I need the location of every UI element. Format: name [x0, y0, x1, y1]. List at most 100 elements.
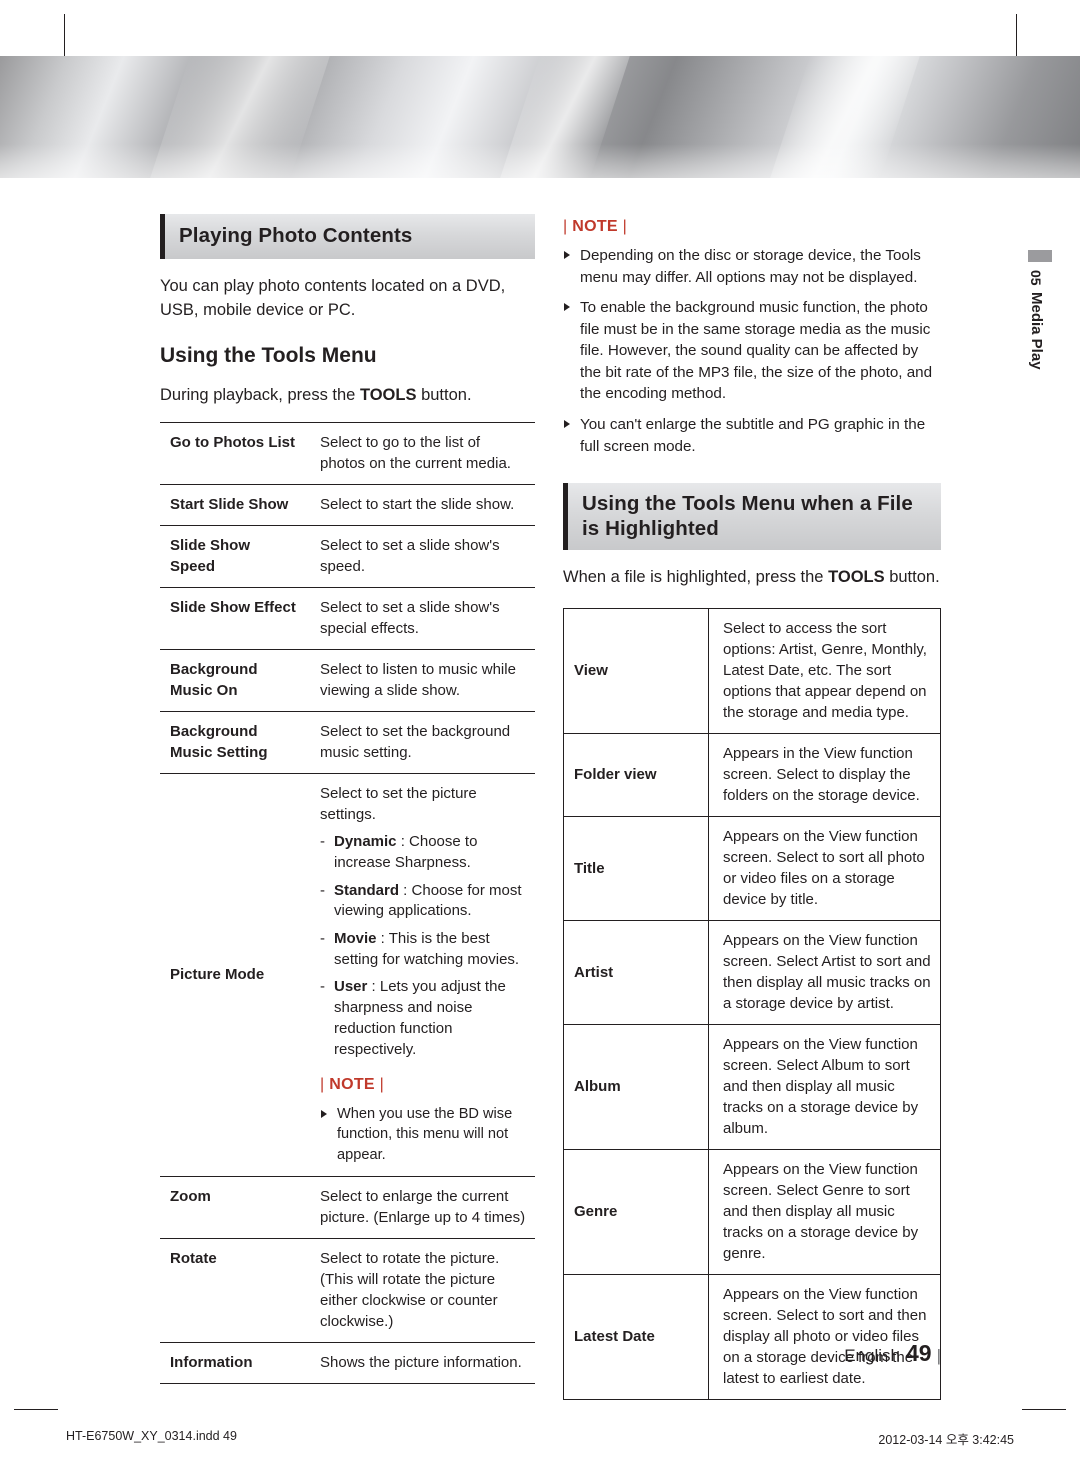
- list-item: To enable the background music function,…: [563, 297, 941, 405]
- row-description-picture-mode: Select to set the picture settings. Dyna…: [306, 773, 535, 1177]
- row-label: Folder view: [563, 733, 709, 818]
- note-bar-right: |: [379, 1076, 385, 1094]
- row-label: Album: [563, 1024, 709, 1151]
- row-label: Artist: [563, 920, 709, 1026]
- list-item: User : Lets you adjust the sharpness and…: [320, 977, 527, 1060]
- row-label: Background Music On: [160, 649, 306, 713]
- table-row: Latest Date Appears on the View function…: [563, 1274, 941, 1401]
- picture-mode-lead: Select to set the picture settings.: [320, 785, 477, 824]
- row-description: Appears on the View function screen. Sel…: [708, 1274, 941, 1401]
- row-description: Shows the picture information.: [306, 1341, 535, 1384]
- table-row: Slide Show Effect Select to set a slide …: [160, 587, 535, 651]
- document-page: Playing Photo Contents You can play phot…: [0, 0, 1080, 1479]
- table-row: Go to Photos List Select to go to the li…: [160, 422, 535, 486]
- row-description: Appears on the View function screen. Sel…: [708, 1149, 941, 1276]
- list-item: Standard : Choose for most viewing appli…: [320, 881, 527, 922]
- row-description: Select to enlarge the current picture. (…: [306, 1175, 535, 1239]
- right-note-heading: | NOTE |: [563, 218, 941, 236]
- footer-tick-mark: |: [936, 1346, 941, 1365]
- table-row: Slide Show Speed Select to set a slide s…: [160, 525, 535, 589]
- row-label: Information: [160, 1341, 306, 1384]
- left-subheading-using-tools-menu: Using the Tools Menu: [160, 344, 377, 368]
- table-row: View Select to access the sort options: …: [563, 608, 941, 735]
- row-label: View: [563, 608, 709, 735]
- section-title-tools-menu-file-highlighted: Using the Tools Menu when a File is High…: [563, 483, 941, 551]
- row-description: Select to set the background music setti…: [306, 711, 535, 775]
- chapter-title: Media Play: [1028, 291, 1045, 370]
- row-label: Background Music Setting: [160, 711, 306, 775]
- right-instruction-key: TOOLS: [828, 568, 885, 587]
- option-name: Dynamic: [334, 833, 397, 851]
- right-instruction-pre: When a file is highlighted, press the: [563, 568, 829, 587]
- left-instruction-key: TOOLS: [359, 386, 417, 405]
- tools-menu-table-highlighted: View Select to access the sort options: …: [563, 608, 941, 1401]
- row-description: Appears on the View function screen. Sel…: [708, 1024, 941, 1151]
- note-bar-left: |: [563, 218, 568, 235]
- row-label: Latest Date: [563, 1274, 709, 1401]
- right-instruction-line: When a file is highlighted, press the TO…: [563, 566, 941, 590]
- left-intro-paragraph: You can play photo contents located on a…: [160, 276, 506, 319]
- row-description: Select to rotate the picture. (This will…: [306, 1237, 535, 1343]
- table-row-picture-mode: Picture Mode Select to set the picture s…: [160, 773, 535, 1177]
- right-instruction-post: button.: [884, 568, 940, 587]
- row-description: Appears on the View function screen. Sel…: [708, 816, 941, 922]
- table-row: Information Shows the picture informatio…: [160, 1341, 535, 1384]
- table-row: Folder view Appears in the View function…: [563, 733, 941, 818]
- table-row: Album Appears on the View function scree…: [563, 1024, 941, 1151]
- page-number: 49: [905, 1340, 932, 1366]
- table-row: Rotate Select to rotate the picture. (Th…: [160, 1237, 535, 1343]
- right-column: | NOTE | Depending on the disc or storag…: [563, 214, 941, 1401]
- row-description: Select to listen to music while viewing …: [306, 649, 535, 713]
- option-name: Movie: [334, 930, 377, 948]
- left-column: Playing Photo Contents You can play phot…: [160, 214, 535, 1384]
- page-footer: English 49 |: [844, 1340, 941, 1367]
- right-note-list: Depending on the disc or storage device,…: [563, 245, 941, 457]
- row-label: Genre: [563, 1149, 709, 1276]
- option-name: Standard: [334, 881, 400, 899]
- row-description: Select to start the slide show.: [306, 484, 535, 527]
- row-description: Select to access the sort options: Artis…: [708, 608, 941, 735]
- list-item: When you use the BD wise function, this …: [320, 1104, 527, 1166]
- note-label: NOTE: [329, 1076, 375, 1094]
- note-heading: | NOTE |: [320, 1074, 527, 1096]
- print-footer-left: HT-E6750W_XY_0314.indd 49: [66, 1429, 237, 1443]
- row-label: Zoom: [160, 1175, 306, 1239]
- row-label: Picture Mode: [160, 773, 306, 1177]
- section-title-line-2: is Highlighted: [582, 516, 719, 540]
- row-label: Title: [563, 816, 709, 922]
- table-row: Start Slide Show Select to start the sli…: [160, 484, 535, 527]
- list-item: Depending on the disc or storage device,…: [563, 245, 941, 288]
- note-bar-right: |: [622, 218, 628, 235]
- section-title-line-1: Using the Tools Menu when a File: [582, 492, 913, 516]
- left-instruction-pre: During playback, press the: [160, 386, 360, 405]
- table-row: Background Music On Select to listen to …: [160, 649, 535, 713]
- section-title-playing-photo-contents: Playing Photo Contents: [160, 214, 535, 259]
- row-label: Go to Photos List: [160, 422, 306, 486]
- row-description: Select to set a slide show's special eff…: [306, 587, 535, 651]
- note-bar-left: |: [320, 1076, 325, 1094]
- picture-mode-note-list: When you use the BD wise function, this …: [320, 1104, 527, 1166]
- picture-mode-option-list: Dynamic : Choose to increase Sharpness. …: [320, 832, 527, 1060]
- list-item: Dynamic : Choose to increase Sharpness.: [320, 832, 527, 873]
- row-label: Slide Show Effect: [160, 587, 306, 651]
- list-item: Movie : This is the best setting for wat…: [320, 929, 527, 970]
- row-description: Appears on the View function screen. Sel…: [708, 920, 941, 1026]
- table-row: Title Appears on the View function scree…: [563, 816, 941, 922]
- row-description: Appears in the View function screen. Sel…: [708, 733, 941, 818]
- row-label: Rotate: [160, 1237, 306, 1343]
- tools-menu-table-playback: Go to Photos List Select to go to the li…: [160, 422, 535, 1384]
- picture-mode-note-block: | NOTE | When you use the BD wise functi…: [320, 1072, 527, 1166]
- table-row: Genre Appears on the View function scree…: [563, 1149, 941, 1276]
- note-label: NOTE: [572, 218, 618, 235]
- chapter-number: 05: [1028, 270, 1044, 286]
- footer-language-label: English: [844, 1346, 900, 1365]
- table-row: Zoom Select to enlarge the current pictu…: [160, 1175, 535, 1239]
- print-footer-right: 2012-03-14 오후 3:42:45: [878, 1433, 1014, 1447]
- row-description: Select to go to the list of photos on th…: [306, 422, 535, 486]
- table-row: Background Music Setting Select to set t…: [160, 711, 535, 775]
- option-name: User: [334, 978, 368, 996]
- row-label: Start Slide Show: [160, 484, 306, 527]
- left-instruction-post: button.: [416, 386, 472, 405]
- left-instruction-line: During playback, press the TOOLS button.: [160, 384, 535, 408]
- table-row: Artist Appears on the View function scre…: [563, 920, 941, 1026]
